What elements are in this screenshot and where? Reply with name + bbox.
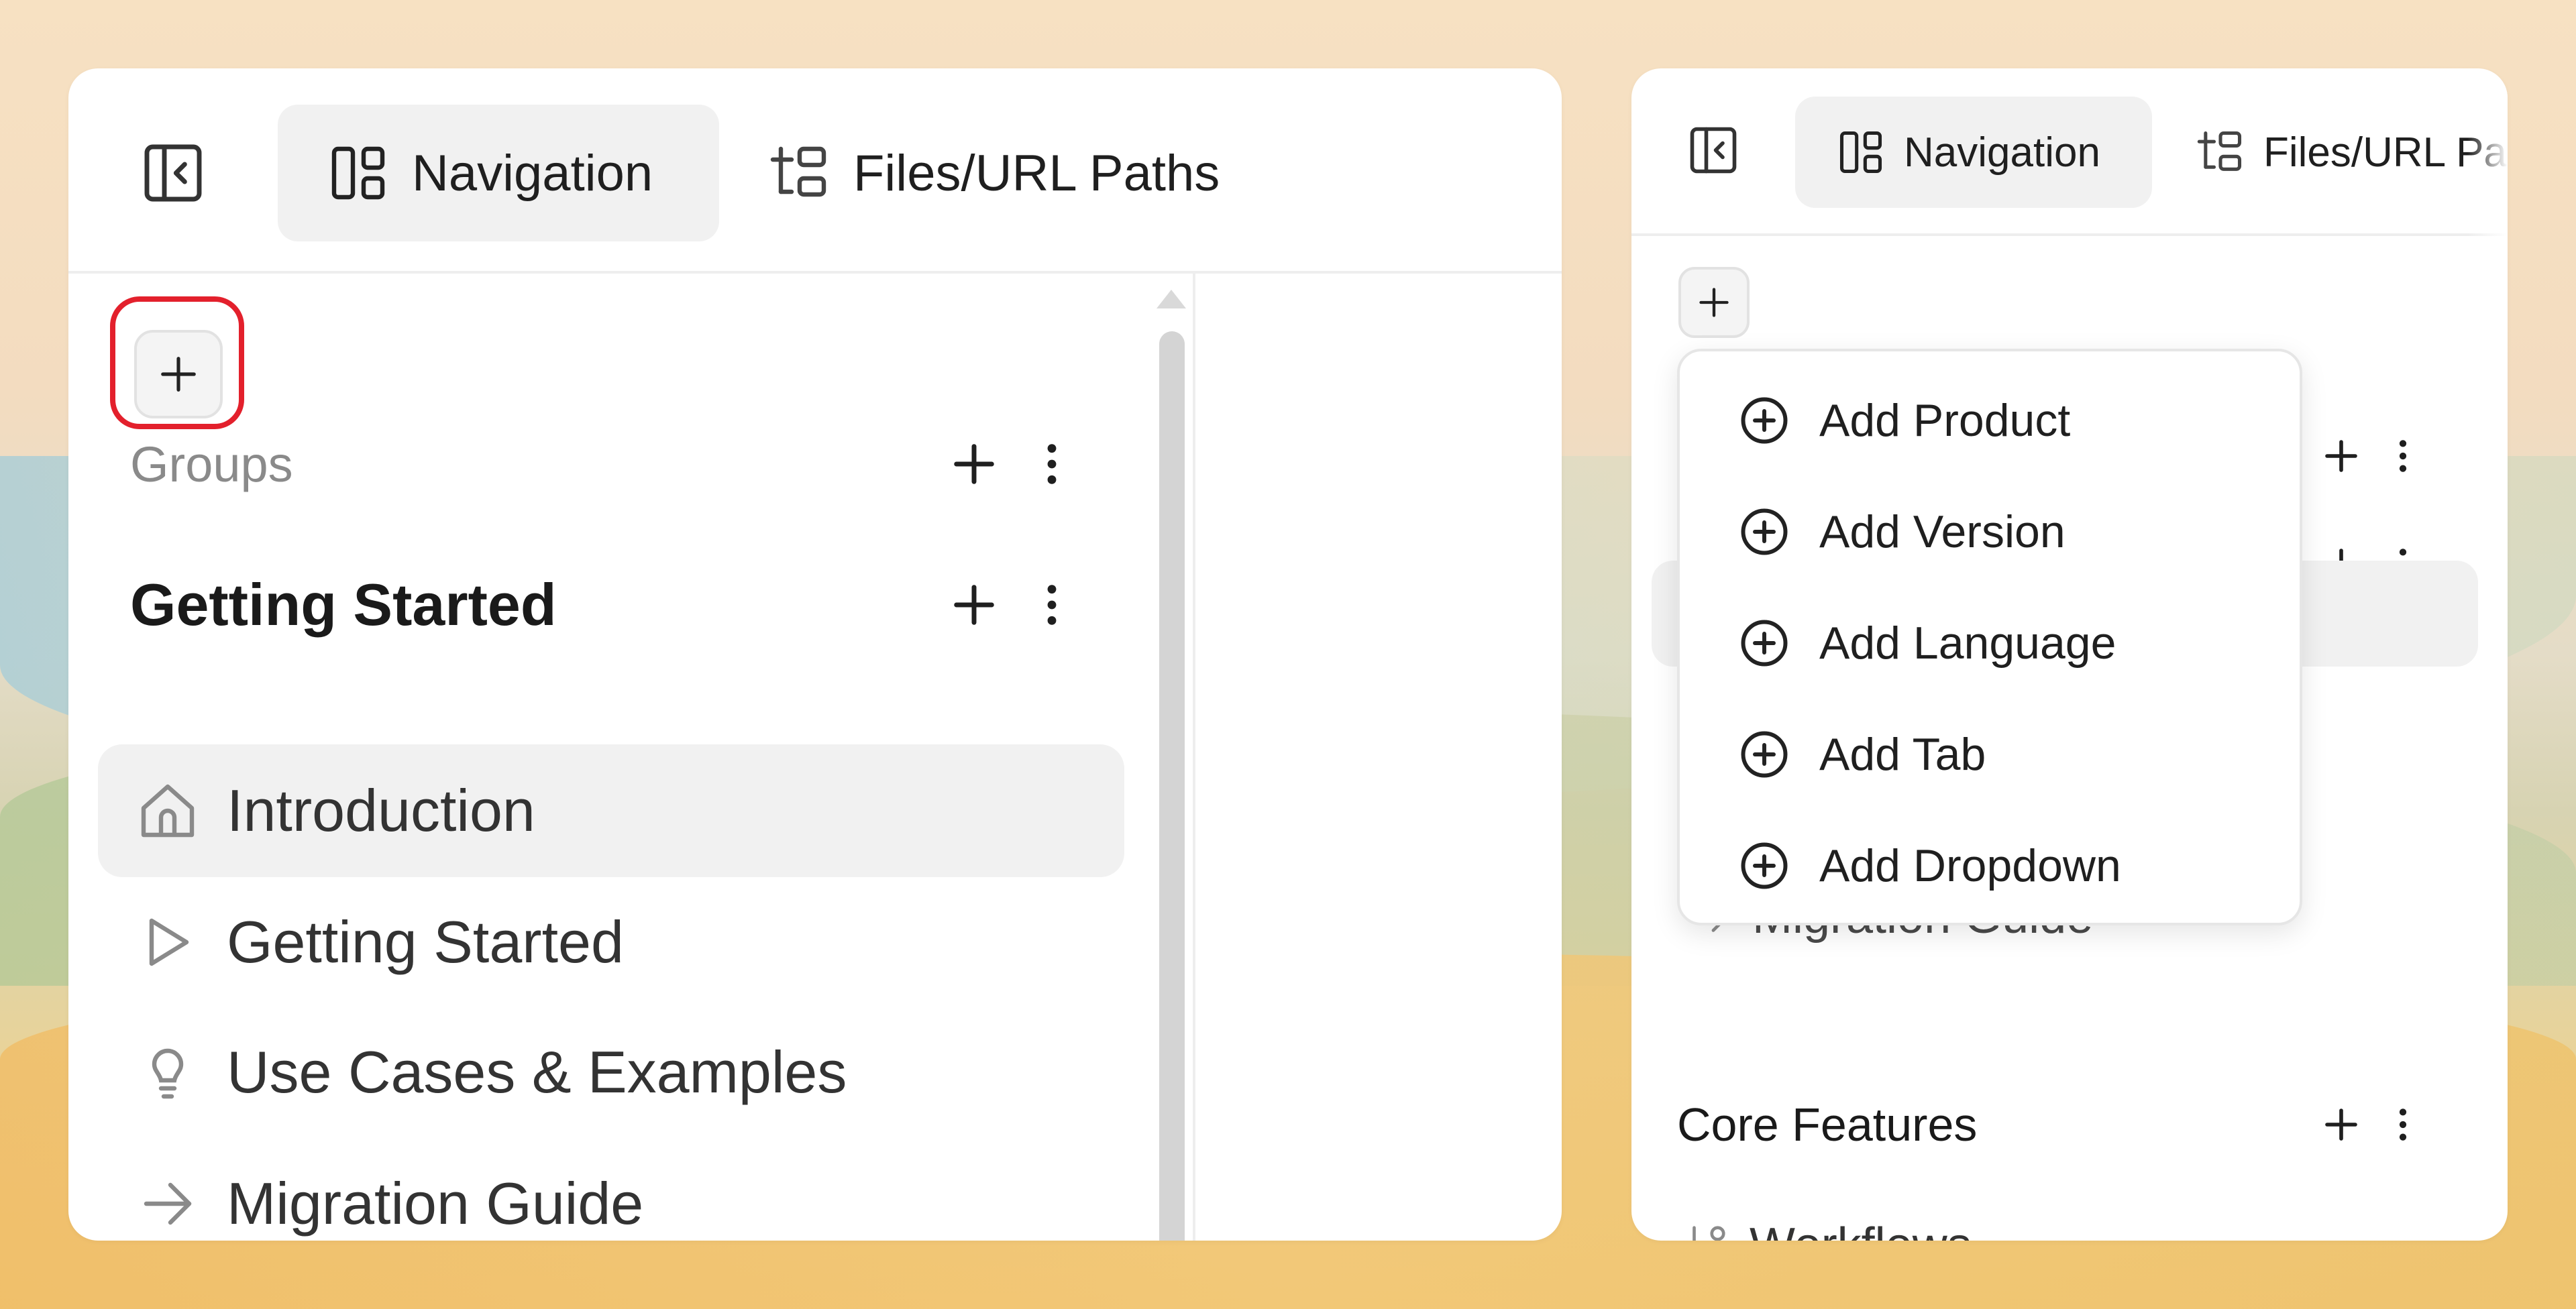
groups-label: Groups	[130, 436, 293, 492]
group-title[interactable]: Getting Started	[130, 558, 557, 652]
play-icon	[136, 910, 200, 974]
sidebar-toolbar: Navigation Files/URL Pa	[1631, 68, 2508, 236]
plus-icon	[954, 444, 994, 484]
folder-tree-icon	[767, 141, 832, 205]
git-branch-icon	[1682, 1222, 1729, 1241]
nav-item-label: Introduction	[227, 777, 535, 844]
left-sidebar-panel: Navigation Files/URL Paths Groups Gettin…	[68, 68, 1562, 1241]
scroll-up-arrow-icon[interactable]	[1157, 290, 1186, 308]
plus-circle-icon	[1736, 838, 1792, 894]
nav-item-introduction[interactable]: Introduction	[98, 744, 1124, 877]
add-page-button[interactable]	[2310, 1094, 2372, 1155]
tab-files-url-paths[interactable]: Files/URL Pa	[2195, 97, 2507, 208]
sidebar-collapse-icon[interactable]	[138, 138, 208, 208]
layout-grid-icon	[1835, 127, 1886, 178]
add-group-button[interactable]	[935, 425, 1013, 503]
nav-item-label: Use Cases & Examples	[227, 1039, 847, 1105]
lightbulb-icon	[136, 1040, 200, 1104]
groups-more-button[interactable]	[1013, 425, 1091, 503]
arrow-right-icon	[136, 1172, 200, 1236]
add-page-button[interactable]	[935, 566, 1013, 644]
menu-item-label: Add Tab	[1819, 729, 1986, 780]
folder-tree-icon	[2195, 127, 2246, 178]
menu-item-add-version[interactable]: Add Version	[1680, 481, 2300, 582]
group-actions	[935, 558, 1091, 652]
tab-overflow-fade	[2467, 68, 2508, 236]
menu-item-label: Add Language	[1819, 618, 2116, 669]
plus-icon	[2325, 440, 2357, 472]
add-menu-dropdown: Add Product Add Version Add Language Add…	[1677, 349, 2302, 925]
plus-circle-icon	[1736, 392, 1792, 449]
groups-actions	[935, 424, 1091, 504]
nav-item-label: Migration Guide	[227, 1170, 644, 1237]
menu-item-label: Add Version	[1819, 506, 2065, 557]
groups-more-button[interactable]	[2372, 425, 2434, 487]
group-more-button[interactable]	[1013, 566, 1091, 644]
tab-navigation[interactable]: Navigation	[1795, 97, 2152, 208]
nav-item-getting-started[interactable]: Getting Started	[98, 876, 1124, 1009]
tab-files-label: Files/URL Paths	[853, 144, 1220, 202]
sidebar-toolbar: Navigation Files/URL Paths	[68, 68, 1562, 274]
panel-divider	[1193, 274, 1195, 1241]
plus-circle-icon	[1736, 726, 1792, 783]
right-sidebar-panel: Navigation Files/URL Pa Core Features Ad…	[1631, 68, 2508, 1241]
more-vertical-icon	[1047, 444, 1057, 484]
menu-item-add-tab[interactable]: Add Tab	[1680, 704, 2300, 805]
plus-icon	[161, 357, 196, 392]
add-group-button[interactable]	[2310, 425, 2372, 487]
more-vertical-icon	[1047, 585, 1057, 625]
tab-navigation[interactable]: Navigation	[278, 105, 719, 241]
add-button[interactable]	[134, 330, 223, 418]
sidebar-collapse-icon[interactable]	[1685, 122, 1741, 178]
menu-item-label: Add Dropdown	[1819, 840, 2121, 891]
scrollbar-thumb[interactable]	[1159, 331, 1185, 1241]
layout-grid-icon	[326, 141, 390, 205]
nav-item-use-cases[interactable]: Use Cases & Examples	[98, 1006, 1124, 1139]
core-features-actions	[2310, 1088, 2434, 1161]
plus-icon	[954, 585, 994, 625]
home-icon	[136, 779, 200, 843]
nav-item-label: Getting Started	[227, 909, 624, 975]
menu-item-add-product[interactable]: Add Product	[1680, 370, 2300, 471]
menu-item-add-dropdown[interactable]: Add Dropdown	[1680, 815, 2300, 916]
tab-files-url-paths[interactable]: Files/URL Paths	[767, 105, 1220, 241]
plus-circle-icon	[1736, 615, 1792, 671]
menu-item-add-language[interactable]: Add Language	[1680, 593, 2300, 693]
nav-item-workflows[interactable]: Workflows	[1682, 1208, 1972, 1241]
plus-circle-icon	[1736, 504, 1792, 560]
groups-actions	[2310, 424, 2434, 488]
more-vertical-icon	[2399, 440, 2407, 472]
plus-icon	[2325, 1108, 2357, 1141]
group-more-button[interactable]	[2372, 1094, 2434, 1155]
tab-navigation-label: Navigation	[412, 144, 653, 202]
nav-item-label: Workflows	[1750, 1218, 1972, 1241]
nav-item-migration-guide[interactable]: Migration Guide	[98, 1137, 1124, 1241]
add-button[interactable]	[1678, 267, 1750, 338]
group-title-core-features[interactable]: Core Features	[1677, 1081, 1977, 1168]
menu-item-label: Add Product	[1819, 395, 2071, 446]
plus-icon	[1699, 288, 1729, 317]
more-vertical-icon	[2399, 1108, 2407, 1141]
tab-navigation-label: Navigation	[1904, 129, 2100, 176]
